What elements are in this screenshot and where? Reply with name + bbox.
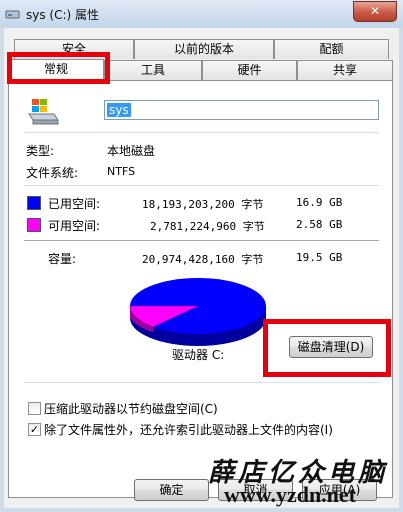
compress-label: 压缩此驱动器以节约磁盘空间(C) bbox=[44, 402, 218, 416]
type-label: 类型: bbox=[26, 144, 55, 158]
compress-checkbox[interactable] bbox=[28, 402, 41, 415]
checkbox-checked-icon: ✓ bbox=[29, 423, 40, 436]
volume-name-input[interactable]: sys bbox=[104, 100, 379, 120]
disk-usage-pie bbox=[129, 278, 266, 346]
separator bbox=[24, 240, 379, 241]
ok-button[interactable]: 确定 bbox=[134, 479, 209, 501]
disk-cleanup-button[interactable]: 磁盘清理(D) bbox=[289, 336, 373, 358]
used-space-size: 16.9 GB bbox=[296, 196, 343, 209]
drive-label: 驱动器 C: bbox=[172, 348, 225, 362]
separator bbox=[24, 382, 379, 383]
windows-drive-icon bbox=[28, 99, 59, 125]
filesystem-value: NTFS bbox=[107, 165, 136, 178]
properties-dialog: 安全 以前的版本 配额 常规 工具 硬件 共享 sys 类型: 本地磁盘 文件系… bbox=[4, 28, 399, 508]
type-value: 本地磁盘 bbox=[107, 144, 156, 158]
tab-previous-versions[interactable]: 以前的版本 bbox=[134, 39, 274, 59]
drive-icon bbox=[5, 10, 20, 19]
capacity-label: 容量: bbox=[48, 252, 77, 266]
index-checkbox[interactable]: ✓ bbox=[28, 423, 41, 436]
tab-quota[interactable]: 配额 bbox=[274, 39, 389, 59]
tab-hardware[interactable]: 硬件 bbox=[202, 60, 297, 80]
close-button[interactable]: ✕ bbox=[353, 1, 397, 22]
free-space-label: 可用空间: bbox=[48, 219, 101, 233]
used-space-bytes: 18,193,203,200 字节 bbox=[142, 198, 264, 211]
used-space-label: 已用空间: bbox=[48, 197, 101, 211]
highlight-general-tab bbox=[7, 52, 110, 84]
volume-name-text: sys bbox=[107, 103, 131, 117]
separator bbox=[24, 132, 379, 133]
used-space-swatch bbox=[27, 196, 41, 210]
tab-tools[interactable]: 工具 bbox=[104, 60, 202, 80]
free-space-swatch bbox=[27, 218, 41, 232]
window-title: sys (C:) 属性 bbox=[26, 8, 100, 22]
capacity-size: 19.5 GB bbox=[296, 251, 343, 264]
watermark-url: www.yzdn.net bbox=[224, 482, 357, 507]
filesystem-label: 文件系统: bbox=[26, 166, 79, 180]
tab-sharing[interactable]: 共享 bbox=[297, 60, 393, 80]
free-space-bytes: 2,781,224,960 字节 bbox=[150, 220, 265, 233]
index-label: 除了文件属性外，还允许索引此驱动器上文件的内容(I) bbox=[44, 423, 333, 437]
title-bar: sys (C:) 属性 ✕ bbox=[0, 0, 403, 28]
free-space-size: 2.58 GB bbox=[296, 218, 343, 231]
capacity-bytes: 20,974,428,160 字节 bbox=[142, 253, 264, 266]
close-icon: ✕ bbox=[369, 4, 381, 18]
separator bbox=[24, 185, 379, 186]
